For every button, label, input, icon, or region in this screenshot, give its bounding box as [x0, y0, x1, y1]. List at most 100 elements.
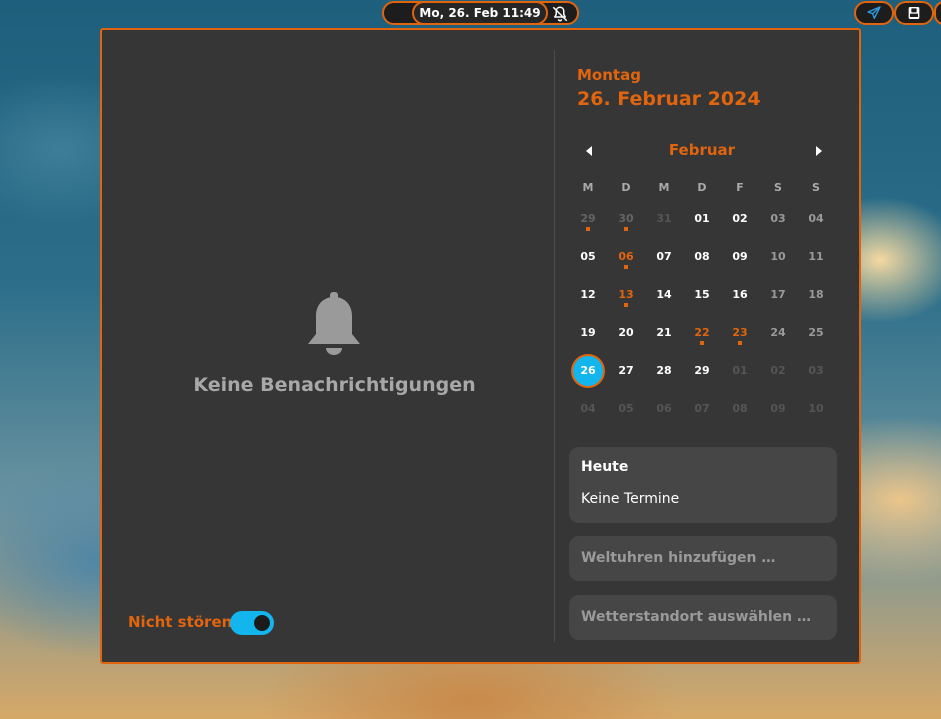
calendar-day[interactable]: 09: [759, 390, 797, 428]
panel-divider: [554, 50, 555, 642]
calendar-day-number: 24: [770, 326, 786, 339]
calendar-day[interactable]: 21: [645, 314, 683, 352]
calendar-day[interactable]: 11: [797, 238, 835, 276]
send-icon[interactable]: [866, 5, 882, 21]
calendar-day[interactable]: 01: [683, 200, 721, 238]
bell-off-icon[interactable]: [551, 5, 569, 23]
event-marker: [700, 341, 704, 345]
calendar-day-number: 17: [770, 288, 786, 301]
calendar-day[interactable]: 05: [607, 390, 645, 428]
event-marker: [624, 265, 628, 269]
calendar-day-number: 05: [580, 250, 596, 263]
tray-item-more[interactable]: [934, 1, 941, 25]
calendar-day[interactable]: 24: [759, 314, 797, 352]
calendar-day-number: 01: [694, 212, 710, 225]
calendar-day[interactable]: 23: [721, 314, 759, 352]
event-marker: [624, 303, 628, 307]
choose-weather-location-button[interactable]: Wetterstandort auswählen …: [569, 595, 837, 640]
calendar-day[interactable]: 02: [759, 352, 797, 390]
calendar-week-row: 19 20 21 22 23 24 25: [569, 314, 836, 352]
calendar-day[interactable]: 19: [569, 314, 607, 352]
do-not-disturb-toggle[interactable]: [230, 611, 274, 635]
calendar-week-row: 29 30 31 01 02 03 04: [569, 200, 836, 238]
toggle-knob: [254, 615, 270, 631]
calendar-day[interactable]: 29: [683, 352, 721, 390]
calendar-day-number: 07: [694, 402, 710, 415]
calendar-day[interactable]: 03: [797, 352, 835, 390]
calendar-day[interactable]: 08: [721, 390, 759, 428]
calendar-day-number: 04: [580, 402, 596, 415]
calendar-day[interactable]: 27: [607, 352, 645, 390]
calendar-day-number: 03: [808, 364, 824, 377]
calendar-day[interactable]: 03: [759, 200, 797, 238]
calendar-day[interactable]: 14: [645, 276, 683, 314]
event-marker: [738, 341, 742, 345]
full-date-heading: 26. Februar 2024: [577, 88, 761, 110]
calendar-day[interactable]: 13: [607, 276, 645, 314]
calendar-day-number: 09: [732, 250, 748, 263]
calendar-day[interactable]: 10: [797, 390, 835, 428]
calendar-day[interactable]: 30: [607, 200, 645, 238]
calendar-week-row: 12 13 14 15 16 17 18: [569, 276, 836, 314]
calendar-week-row: 04 05 06 07 08 09 10: [569, 390, 836, 428]
calendar-day[interactable]: 05: [569, 238, 607, 276]
calendar-day[interactable]: 28: [645, 352, 683, 390]
do-not-disturb-label: Nicht stören: [128, 613, 233, 631]
calendar-month-label[interactable]: Februar: [652, 141, 752, 159]
calendar-day[interactable]: 17: [759, 276, 797, 314]
calendar-day[interactable]: 12: [569, 276, 607, 314]
weekday-header: D: [697, 181, 707, 194]
events-card[interactable]: Heute Keine Termine: [569, 447, 837, 523]
events-empty-text: Keine Termine: [581, 491, 680, 507]
calendar-day[interactable]: 07: [683, 390, 721, 428]
weekday-label: Montag: [577, 66, 641, 84]
event-marker: [586, 227, 590, 231]
calendar-day-number: 29: [580, 212, 596, 225]
calendar-day[interactable]: 10: [759, 238, 797, 276]
weekday-header-row: M D M D F S S: [569, 176, 836, 200]
calendar-day[interactable]: 07: [645, 238, 683, 276]
calendar-day-number: 10: [770, 250, 786, 263]
next-month-icon[interactable]: [806, 140, 830, 162]
previous-month-icon[interactable]: [578, 140, 602, 162]
calendar-day-number: 26: [580, 364, 596, 377]
weekday-header: D: [621, 181, 631, 194]
calendar-day-number: 16: [732, 288, 748, 301]
calendar-day-number: 28: [656, 364, 672, 377]
calendar-day[interactable]: 29: [569, 200, 607, 238]
add-world-clocks-button[interactable]: Weltuhren hinzufügen …: [569, 536, 837, 581]
calendar-day[interactable]: 25: [797, 314, 835, 352]
calendar-day[interactable]: 22: [683, 314, 721, 352]
notification-calendar-panel: Keine Benachrichtigungen Nicht stören Mo…: [100, 28, 861, 664]
calendar-day[interactable]: 08: [683, 238, 721, 276]
calendar-day[interactable]: 31: [645, 200, 683, 238]
calendar-day[interactable]: 20: [607, 314, 645, 352]
calendar-day[interactable]: 04: [797, 200, 835, 238]
calendar-day-number: 20: [618, 326, 634, 339]
weekday-header: M: [658, 181, 670, 194]
calendar-day-number: 31: [656, 212, 672, 225]
calendar-day[interactable]: 09: [721, 238, 759, 276]
calendar-day-number: 21: [656, 326, 672, 339]
drive-icon[interactable]: [906, 5, 922, 21]
calendar-day[interactable]: 01: [721, 352, 759, 390]
events-title: Heute: [581, 459, 629, 475]
calendar-day[interactable]: 04: [569, 390, 607, 428]
weekday-header: S: [774, 181, 782, 194]
calendar-day-number: 03: [770, 212, 786, 225]
calendar-day[interactable]: 18: [797, 276, 835, 314]
calendar-day-today[interactable]: 26: [569, 352, 607, 390]
calendar-day[interactable]: 15: [683, 276, 721, 314]
date-time-label[interactable]: Mo, 26. Feb 11:49: [412, 1, 548, 25]
calendar-day-number: 07: [656, 250, 672, 263]
calendar-day-number: 11: [808, 250, 824, 263]
calendar-day[interactable]: 02: [721, 200, 759, 238]
calendar-day[interactable]: 16: [721, 276, 759, 314]
calendar-day-number: 05: [618, 402, 634, 415]
calendar-day-number: 14: [656, 288, 672, 301]
calendar-day[interactable]: 06: [607, 238, 645, 276]
calendar-day-number: 30: [618, 212, 634, 225]
calendar-day[interactable]: 06: [645, 390, 683, 428]
calendar-day-number: 02: [732, 212, 748, 225]
calendar-day-number: 06: [618, 250, 634, 263]
